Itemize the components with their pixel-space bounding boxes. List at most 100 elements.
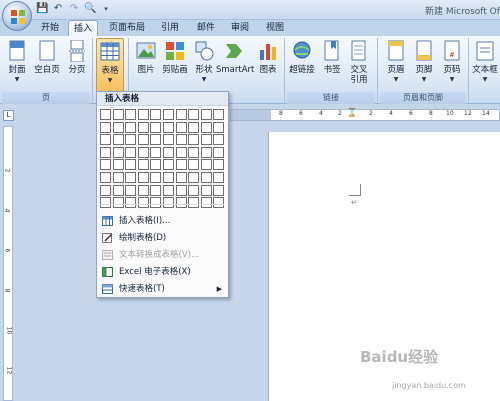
menu-draw-table[interactable]: 绘制表格(D) — [98, 230, 228, 246]
table-grid-cell[interactable] — [137, 121, 149, 133]
table-grid-cell[interactable] — [100, 134, 111, 146]
table-grid-cell[interactable] — [137, 109, 149, 120]
clip-art-button[interactable]: 剪贴画 — [160, 38, 190, 90]
table-grid-cell[interactable] — [162, 171, 174, 183]
table-grid-cell[interactable] — [188, 171, 200, 183]
table-grid-cell[interactable] — [188, 184, 200, 196]
table-grid-cell[interactable] — [200, 184, 212, 196]
print-preview-icon[interactable]: 🔍 — [84, 3, 96, 15]
table-button[interactable]: 表格 ▼ — [96, 38, 124, 92]
shapes-button[interactable]: 形状 ▼ — [190, 38, 218, 90]
table-grid-cell[interactable] — [213, 134, 225, 146]
table-grid-cell[interactable] — [162, 109, 174, 120]
menu-excel-spreadsheet[interactable]: Excel 电子表格(X) — [98, 264, 228, 280]
table-grid-cell[interactable] — [112, 171, 124, 183]
table-grid-cell[interactable] — [162, 159, 174, 171]
table-grid-cell[interactable] — [175, 146, 187, 158]
table-grid-cell[interactable] — [100, 146, 111, 158]
tab-references[interactable]: 引用 — [158, 20, 182, 36]
tab-page-layout[interactable]: 页面布局 — [106, 20, 148, 36]
tab-insert[interactable]: 插入 — [68, 20, 98, 36]
table-grid-cell[interactable] — [213, 197, 225, 209]
table-grid-cell[interactable] — [150, 134, 162, 146]
table-grid-cell[interactable] — [125, 134, 137, 146]
table-grid-cell[interactable] — [112, 184, 124, 196]
page-break-button[interactable]: 分页 — [63, 38, 91, 90]
table-grid-cell[interactable] — [175, 121, 187, 133]
table-grid-cell[interactable] — [188, 134, 200, 146]
table-grid-cell[interactable] — [125, 197, 137, 209]
table-grid-cell[interactable] — [112, 109, 124, 120]
chart-button[interactable]: 图表 — [254, 38, 282, 90]
text-box-button[interactable]: 文本框 ▼ — [470, 38, 500, 90]
tab-mailings[interactable]: 邮件 — [194, 20, 218, 36]
table-grid-cell[interactable] — [213, 121, 225, 133]
picture-button[interactable]: 图片 — [132, 38, 160, 90]
table-grid-cell[interactable] — [100, 121, 111, 133]
vertical-ruler[interactable]: 2 4 6 8 10 12 — [3, 126, 13, 401]
table-grid-cell[interactable] — [112, 146, 124, 158]
table-grid-cell[interactable] — [200, 109, 212, 120]
table-grid-cell[interactable] — [125, 121, 137, 133]
table-grid-cell[interactable] — [100, 184, 111, 196]
save-icon[interactable]: 💾 — [36, 3, 48, 15]
table-grid-cell[interactable] — [137, 159, 149, 171]
table-grid-cell[interactable] — [175, 159, 187, 171]
hyperlink-button[interactable]: 超链接 — [287, 38, 317, 90]
table-grid-cell[interactable] — [150, 146, 162, 158]
table-grid-cell[interactable] — [137, 146, 149, 158]
table-grid-picker[interactable] — [100, 109, 225, 209]
table-grid-cell[interactable] — [213, 109, 225, 120]
office-button[interactable] — [2, 1, 32, 31]
table-grid-cell[interactable] — [125, 146, 137, 158]
table-grid-cell[interactable] — [175, 184, 187, 196]
customize-icon[interactable]: ▾ — [100, 3, 112, 15]
horizontal-ruler[interactable]: 8 6 4 2 ⌛ 2 4 6 8 10 12 14 — [230, 108, 500, 121]
menu-insert-table[interactable]: 插入表格(I)... — [98, 213, 228, 229]
table-grid-cell[interactable] — [100, 159, 111, 171]
table-grid-cell[interactable] — [162, 184, 174, 196]
indent-marker-icon[interactable]: ⌛ — [347, 108, 357, 117]
bookmark-button[interactable]: 书签 — [318, 38, 346, 90]
table-grid-cell[interactable] — [162, 134, 174, 146]
blank-page-button[interactable]: 空白页 — [32, 38, 62, 90]
table-grid-cell[interactable] — [175, 109, 187, 120]
smartart-button[interactable]: SmartArt — [216, 38, 254, 90]
table-grid-cell[interactable] — [213, 146, 225, 158]
table-grid-cell[interactable] — [162, 146, 174, 158]
table-grid-cell[interactable] — [188, 146, 200, 158]
table-grid-cell[interactable] — [162, 197, 174, 209]
table-grid-cell[interactable] — [188, 197, 200, 209]
table-grid-cell[interactable] — [150, 184, 162, 196]
table-grid-cell[interactable] — [200, 159, 212, 171]
table-grid-cell[interactable] — [112, 197, 124, 209]
table-grid-cell[interactable] — [125, 184, 137, 196]
cross-reference-button[interactable]: 交叉 引用 — [345, 38, 373, 90]
table-grid-cell[interactable] — [188, 159, 200, 171]
table-grid-cell[interactable] — [137, 171, 149, 183]
table-grid-cell[interactable] — [125, 109, 137, 120]
table-grid-cell[interactable] — [137, 184, 149, 196]
table-grid-cell[interactable] — [150, 197, 162, 209]
tab-selector[interactable]: L — [3, 110, 14, 121]
cover-page-button[interactable]: 封面 ▼ — [3, 38, 31, 90]
table-grid-cell[interactable] — [175, 134, 187, 146]
footer-button[interactable]: 页脚 ▼ — [410, 38, 438, 90]
table-grid-cell[interactable] — [200, 134, 212, 146]
table-grid-cell[interactable] — [100, 109, 111, 120]
table-grid-cell[interactable] — [150, 159, 162, 171]
menu-quick-tables[interactable]: 快速表格(T) ▶ — [98, 281, 228, 297]
table-grid-cell[interactable] — [213, 159, 225, 171]
table-grid-cell[interactable] — [200, 197, 212, 209]
table-grid-cell[interactable] — [213, 171, 225, 183]
table-grid-cell[interactable] — [100, 171, 111, 183]
tab-home[interactable]: 开始 — [38, 20, 62, 36]
table-grid-cell[interactable] — [200, 146, 212, 158]
table-grid-cell[interactable] — [200, 171, 212, 183]
table-grid-cell[interactable] — [137, 197, 149, 209]
table-grid-cell[interactable] — [150, 121, 162, 133]
table-grid-cell[interactable] — [137, 134, 149, 146]
table-grid-cell[interactable] — [162, 121, 174, 133]
redo-icon[interactable]: ↷ — [68, 3, 80, 15]
table-grid-cell[interactable] — [213, 184, 225, 196]
